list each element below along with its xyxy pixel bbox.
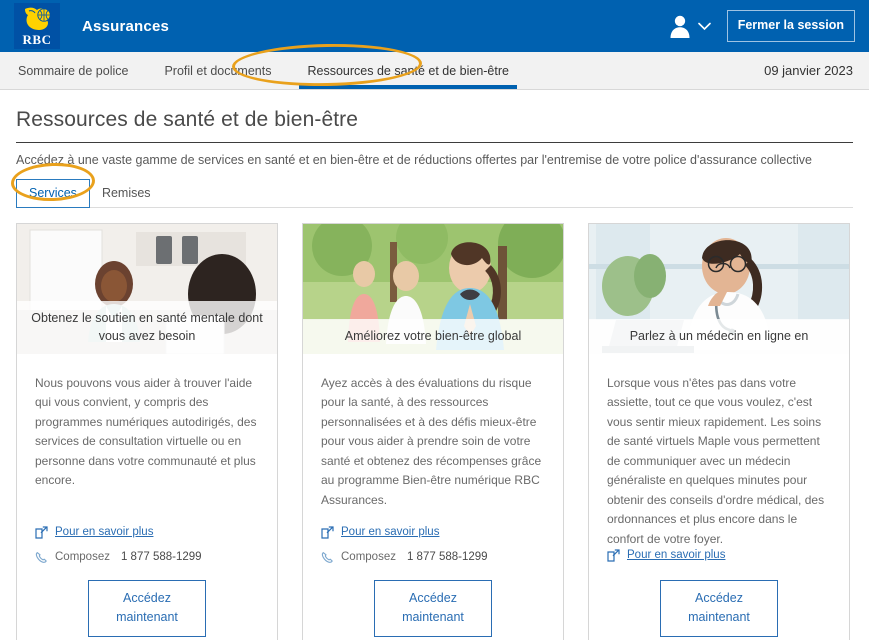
nav-tab-profile-documents[interactable]: Profil et documents xyxy=(146,52,289,89)
sign-out-button[interactable]: Fermer la session xyxy=(726,10,855,42)
cta-line-1: Accédez xyxy=(123,590,171,605)
card-links: Pour en savoir plus Composez 1 877 588-1… xyxy=(17,526,277,574)
service-card: Parlez à un médecin en ligne en Lorsque … xyxy=(588,223,850,640)
card-links: Pour en savoir plus xyxy=(589,549,849,574)
access-now-button[interactable]: Accédez maintenant xyxy=(660,579,778,637)
access-now-button[interactable]: Accédez maintenant xyxy=(374,579,492,637)
cta-line-1: Accédez xyxy=(409,590,457,605)
account-menu-button[interactable] xyxy=(667,13,711,39)
card-links: Pour en savoir plus Composez 1 877 588-1… xyxy=(303,526,563,574)
tab-services[interactable]: Services xyxy=(16,179,90,208)
external-link-icon xyxy=(607,549,620,562)
phone-icon xyxy=(35,551,47,563)
brand-title: Assurances xyxy=(82,17,170,35)
external-link-icon xyxy=(321,526,334,539)
phone-label: Composez xyxy=(341,551,396,564)
chevron-down-icon xyxy=(697,22,711,30)
cta-line-2: maintenant xyxy=(116,610,178,625)
phone-number[interactable]: 1 877 588-1299 xyxy=(121,551,202,563)
card-cta-wrap: Accédez maintenant xyxy=(589,574,849,640)
phone-row[interactable]: Composez 1 877 588-1299 xyxy=(321,551,545,564)
external-link-icon xyxy=(35,526,48,539)
learn-more-row[interactable]: Pour en savoir plus xyxy=(607,549,831,562)
rbc-logo-link[interactable]: RBC xyxy=(14,3,60,49)
page-content: Ressources de santé et de bien-être Accé… xyxy=(0,90,869,640)
card-cta-wrap: Accédez maintenant xyxy=(17,574,277,640)
current-date-label: 09 janvier 2023 xyxy=(764,63,853,78)
header-right-controls: Fermer la session xyxy=(667,10,855,42)
phone-number[interactable]: 1 877 588-1299 xyxy=(407,551,488,563)
card-body: Ayez accès à des évaluations du risque p… xyxy=(303,354,563,526)
card-title: Parlez à un médecin en ligne en xyxy=(589,318,849,354)
page-subtitle: Accédez à une vaste gamme de services en… xyxy=(16,153,812,167)
nav-tab-list: Sommaire de police Profil et documents R… xyxy=(0,52,527,89)
card-body: Nous pouvons vous aider à trouver l'aide… xyxy=(17,354,277,526)
service-card-list: Obtenez le soutien en santé mentale dont… xyxy=(16,208,853,640)
card-hero-image: Parlez à un médecin en ligne en xyxy=(589,224,849,354)
service-card: Obtenez le soutien en santé mentale dont… xyxy=(16,223,278,640)
card-description: Ayez accès à des évaluations du risque p… xyxy=(321,376,542,507)
content-tab-list: Services Remises xyxy=(16,176,853,208)
phone-label: Composez xyxy=(55,551,110,564)
learn-more-link[interactable]: Pour en savoir plus xyxy=(627,549,725,561)
person-icon xyxy=(670,15,690,38)
learn-more-link[interactable]: Pour en savoir plus xyxy=(341,526,439,538)
tab-remises[interactable]: Remises xyxy=(90,180,163,207)
cta-line-2: maintenant xyxy=(402,610,464,625)
nav-tab-health-wellness-resources[interactable]: Ressources de santé et de bien-être xyxy=(289,52,527,89)
phone-row[interactable]: Composez 1 877 588-1299 xyxy=(35,551,259,564)
cta-line-1: Accédez xyxy=(695,590,743,605)
card-description: Lorsque vous n'êtes pas dans votre assie… xyxy=(607,376,825,546)
learn-more-link[interactable]: Pour en savoir plus xyxy=(55,526,153,538)
rbc-logo: RBC xyxy=(14,3,60,49)
page-title: Ressources de santé et de bien-être xyxy=(16,108,359,131)
access-now-button[interactable]: Accédez maintenant xyxy=(88,579,206,637)
rbc-wordmark: RBC xyxy=(22,32,52,47)
cta-line-2: maintenant xyxy=(688,610,750,625)
card-title: Obtenez le soutien en santé mentale dont… xyxy=(17,300,277,354)
card-title: Améliorez votre bien-être global xyxy=(303,318,563,354)
card-description: Nous pouvons vous aider à trouver l'aide… xyxy=(35,376,257,488)
learn-more-row[interactable]: Pour en savoir plus xyxy=(35,526,259,539)
nav-tab-policy-summary[interactable]: Sommaire de police xyxy=(0,52,146,89)
main-navigation-bar: Sommaire de police Profil et documents R… xyxy=(0,52,869,90)
top-header-bar: RBC Assurances Fermer la session xyxy=(0,0,869,52)
service-card: Améliorez votre bien-être global Ayez ac… xyxy=(302,223,564,640)
title-divider xyxy=(16,142,853,143)
card-hero-image: Améliorez votre bien-être global xyxy=(303,224,563,354)
phone-icon xyxy=(321,551,333,563)
learn-more-row[interactable]: Pour en savoir plus xyxy=(321,526,545,539)
card-body: Lorsque vous n'êtes pas dans votre assie… xyxy=(589,354,849,549)
rbc-lion-globe-emblem-icon xyxy=(25,7,51,30)
card-hero-image: Obtenez le soutien en santé mentale dont… xyxy=(17,224,277,354)
card-cta-wrap: Accédez maintenant xyxy=(303,574,563,640)
